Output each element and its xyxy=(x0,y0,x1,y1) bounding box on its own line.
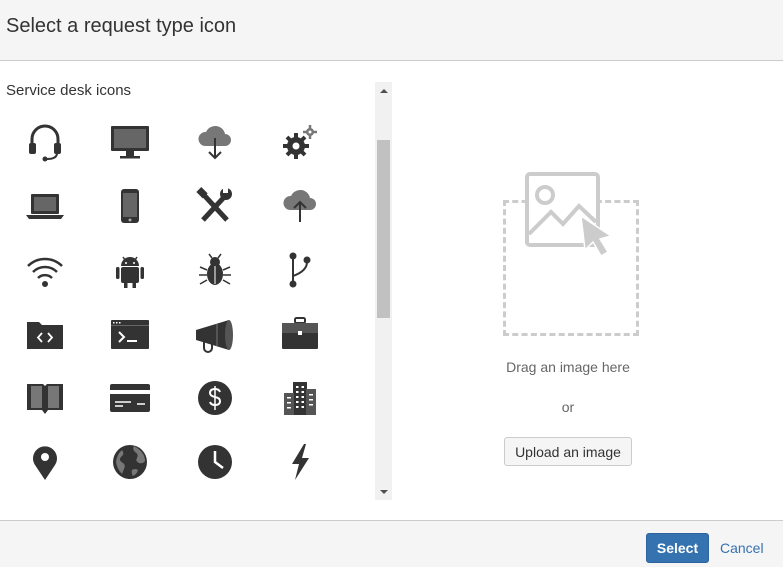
briefcase-icon[interactable] xyxy=(272,306,328,362)
credit-card-icon[interactable] xyxy=(102,370,158,426)
dollar-icon[interactable] xyxy=(187,370,243,426)
icon-panel: Service desk icons xyxy=(0,62,393,500)
select-button[interactable]: Select xyxy=(646,533,709,563)
book-icon[interactable] xyxy=(17,370,73,426)
headset-icon[interactable] xyxy=(17,114,73,170)
terminal-icon[interactable] xyxy=(102,306,158,362)
dialog-header: Select a request type icon xyxy=(0,0,783,61)
image-placeholder-icon xyxy=(525,172,613,258)
cancel-link[interactable]: Cancel xyxy=(720,540,764,556)
laptop-icon[interactable] xyxy=(17,178,73,234)
dialog-title: Select a request type icon xyxy=(6,15,237,37)
android-icon[interactable] xyxy=(102,242,158,298)
megaphone-icon[interactable] xyxy=(187,306,243,362)
mobile-phone-icon[interactable] xyxy=(102,178,158,234)
dialog-footer: Select Cancel xyxy=(0,520,783,567)
upload-panel: Drag an image here or Upload an image xyxy=(393,62,783,520)
icon-grid xyxy=(0,62,375,500)
gears-icon[interactable] xyxy=(272,114,328,170)
lightning-icon[interactable] xyxy=(272,434,328,490)
scroll-up-arrow-icon[interactable] xyxy=(375,82,392,99)
or-separator-text: or xyxy=(561,399,575,415)
globe-icon[interactable] xyxy=(102,434,158,490)
upload-image-button[interactable]: Upload an image xyxy=(504,437,632,466)
drag-image-text: Drag an image here xyxy=(506,359,630,375)
wifi-icon[interactable] xyxy=(17,242,73,298)
tools-icon[interactable] xyxy=(187,178,243,234)
scroll-down-arrow-icon[interactable] xyxy=(375,483,392,500)
icon-list-scrollbar[interactable] xyxy=(375,82,392,500)
clock-icon[interactable] xyxy=(187,434,243,490)
bug-icon[interactable] xyxy=(187,242,243,298)
cloud-download-icon[interactable] xyxy=(187,114,243,170)
scroll-thumb[interactable] xyxy=(377,140,390,318)
cloud-upload-icon[interactable] xyxy=(272,178,328,234)
git-branch-icon[interactable] xyxy=(272,242,328,298)
monitor-icon[interactable] xyxy=(102,114,158,170)
building-icon[interactable] xyxy=(272,370,328,426)
code-folder-icon[interactable] xyxy=(17,306,73,362)
map-pin-icon[interactable] xyxy=(17,434,73,490)
